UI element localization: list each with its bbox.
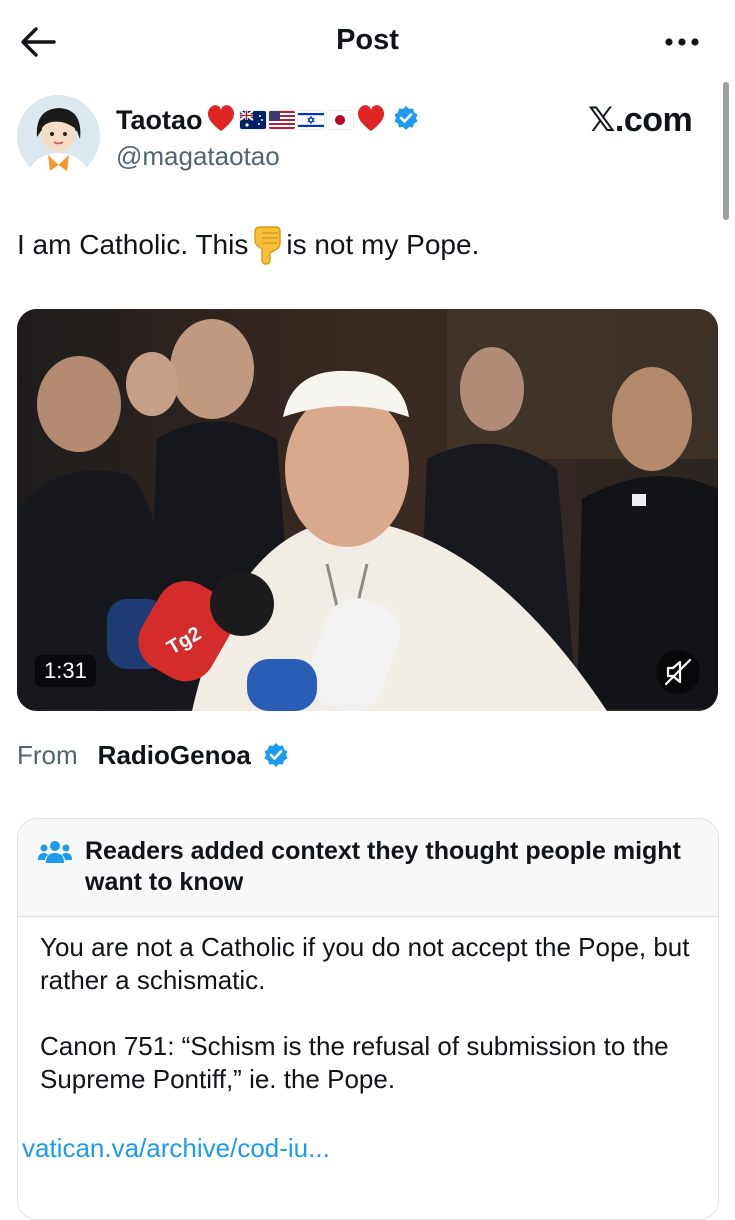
community-note-title: Readers added context they thought peopl… (85, 837, 681, 896)
people-icon (38, 839, 72, 865)
verified-badge-icon (393, 105, 419, 136)
japan-flag-icon (326, 111, 353, 129)
from-label: From (17, 739, 78, 770)
israel-flag-icon (297, 111, 324, 129)
avatar[interactable] (17, 95, 100, 178)
page-title: Post (336, 24, 399, 56)
post-text-before: I am Catholic. This (17, 229, 249, 260)
note-paragraph: You are not a Catholic if you do not acc… (40, 932, 690, 995)
top-bar: Post (0, 0, 735, 85)
source-attribution: From RadioGenoa (17, 736, 289, 774)
x-com-watermark: 𝕏.com (588, 101, 693, 139)
heart-icon (355, 103, 387, 138)
community-note-body: You are not a Catholic if you do not acc… (40, 931, 710, 1129)
us-flag-icon (268, 111, 295, 129)
video-player[interactable]: Tg2 (17, 309, 718, 711)
pointing-down-icon (250, 225, 284, 265)
source-name[interactable]: RadioGenoa (98, 740, 251, 771)
mute-icon[interactable] (656, 650, 700, 694)
post-text-after: is not my Pope. (286, 229, 480, 260)
more-horizontal-icon[interactable] (660, 28, 704, 56)
community-note-header: Readers added context they thought peopl… (18, 819, 718, 917)
author-name: Taotao (116, 104, 203, 135)
australia-flag-icon (239, 111, 266, 129)
author-name-row[interactable]: Taotao (116, 101, 419, 139)
scrollbar[interactable] (723, 82, 729, 220)
author-handle[interactable]: @magataotao (116, 141, 280, 172)
heart-icon (205, 103, 237, 138)
note-paragraph: Canon 751: “Schism is the refusal of sub… (40, 1031, 669, 1094)
video-duration: 1:31 (35, 655, 96, 687)
verified-badge-icon (263, 742, 289, 768)
community-note-link[interactable]: vatican.va/archive/cod-iu... (22, 1133, 330, 1164)
post-text: I am Catholic. This is not my Pope. (17, 225, 717, 265)
